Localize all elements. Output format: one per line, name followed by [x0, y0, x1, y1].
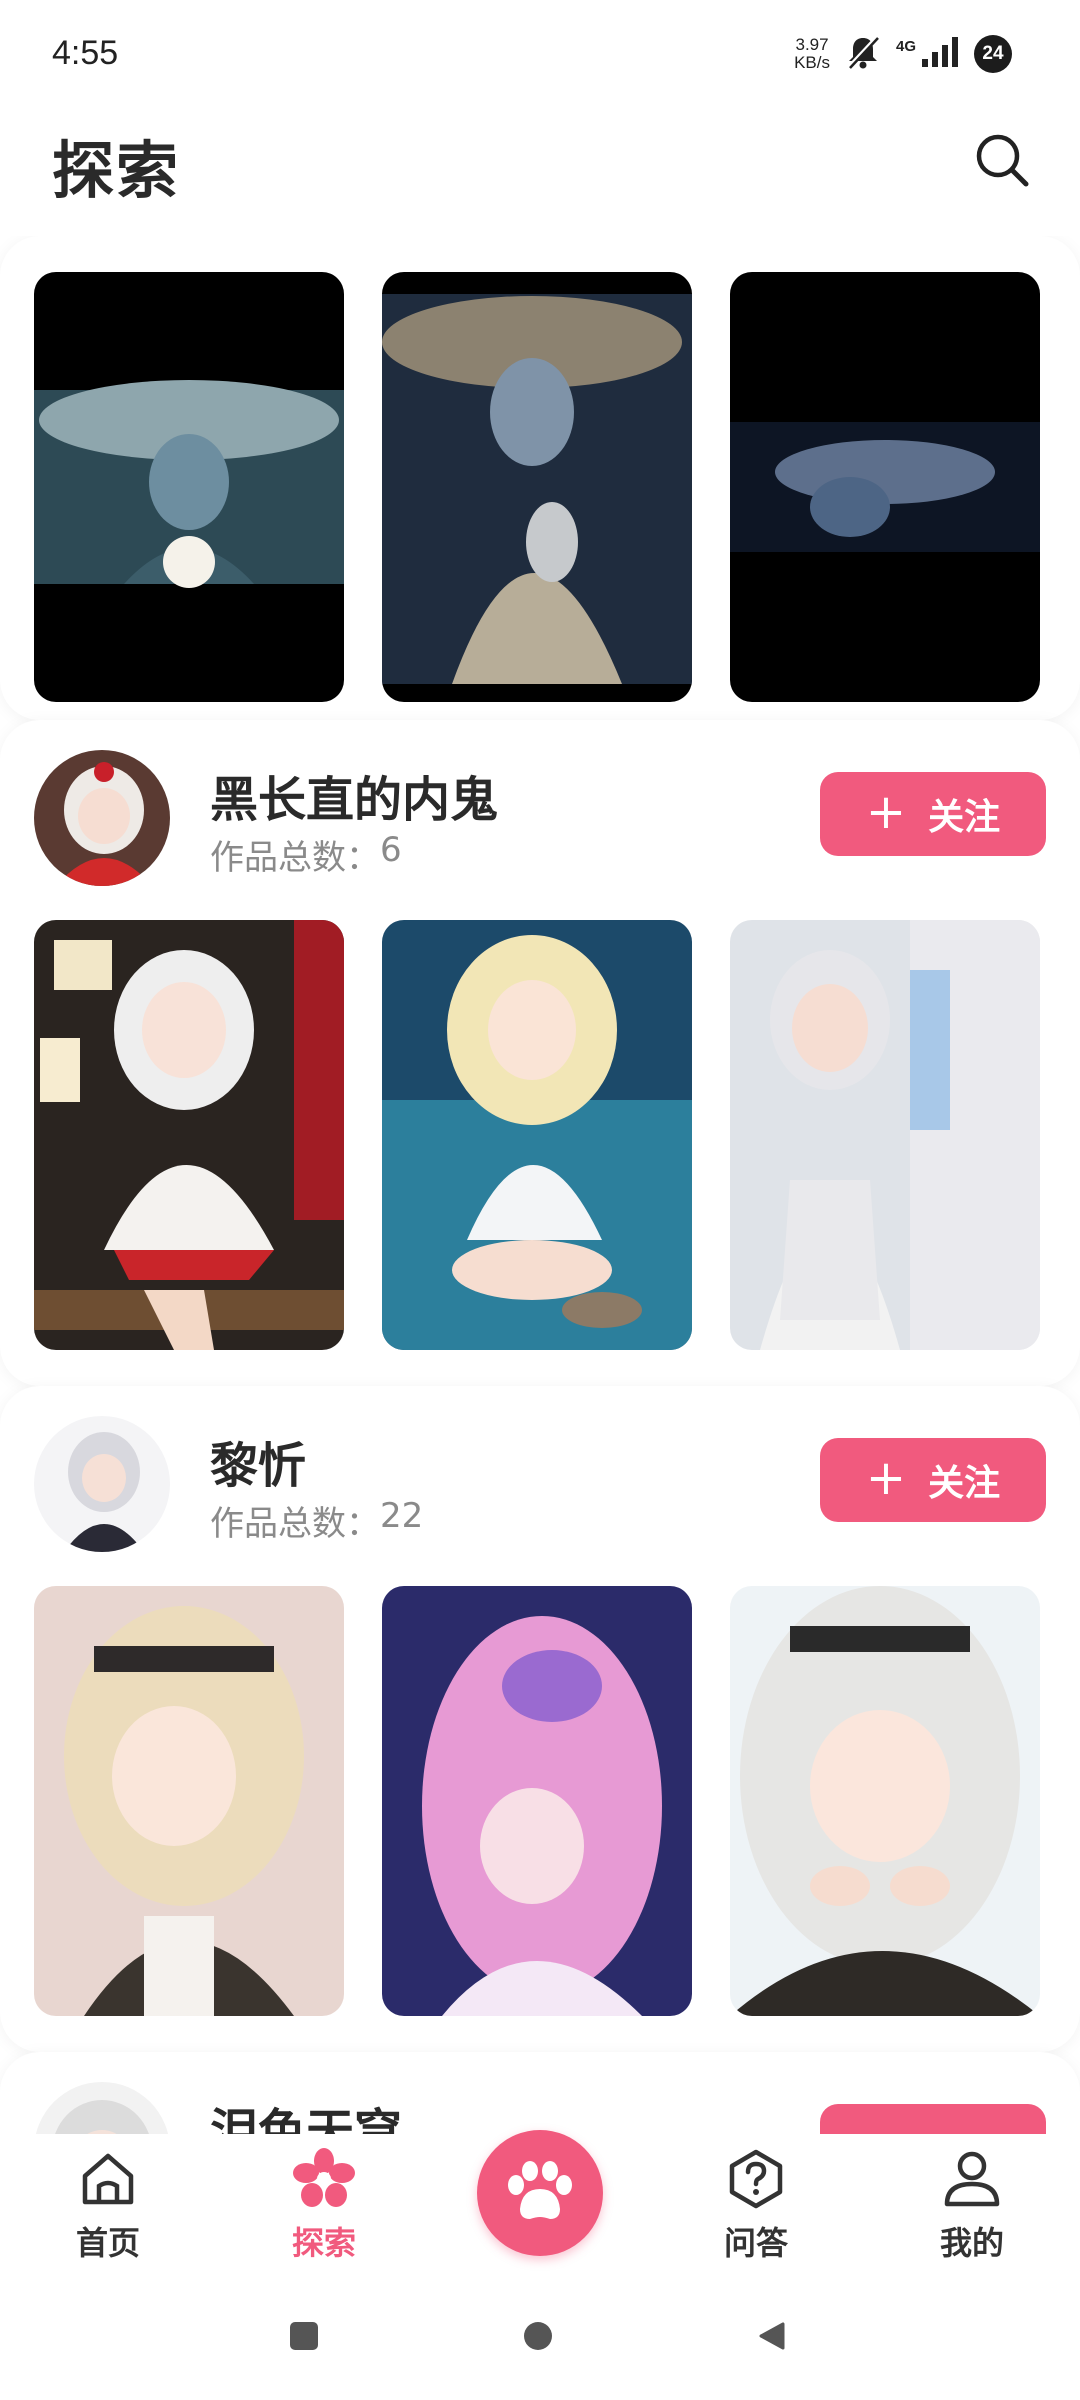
- author-name[interactable]: 黎忻: [210, 1426, 306, 1496]
- author-name[interactable]: 黑长直的内鬼: [210, 760, 498, 830]
- avatar[interactable]: [34, 2082, 170, 2134]
- featured-thumbnails: [0, 236, 1080, 702]
- system-navigation: [0, 2274, 1080, 2400]
- author-artworks: [0, 920, 1080, 1350]
- avatar[interactable]: [34, 750, 170, 886]
- artwork-thumbnail[interactable]: [382, 1586, 692, 2016]
- featured-artwork-1[interactable]: [34, 272, 344, 702]
- plus-icon: +: [865, 1450, 907, 1506]
- artwork-thumbnail[interactable]: [730, 1586, 1040, 2016]
- plus-icon: +: [865, 784, 907, 840]
- author-card-2: 黎忻 作品总数： 22 + 关注: [0, 1386, 1080, 2052]
- question-icon: [721, 2144, 791, 2214]
- bottom-navigation: 首页 探索 问答 我的: [0, 2130, 1080, 2274]
- avatar[interactable]: [34, 1416, 170, 1552]
- follow-button[interactable]: [820, 2104, 1046, 2134]
- artwork-thumbnail[interactable]: [34, 920, 344, 1350]
- nav-explore[interactable]: 探索: [254, 2144, 394, 2274]
- author-card-3: 泪色天穹: [0, 2052, 1080, 2134]
- status-time: 4:55: [52, 34, 119, 72]
- page-header: 探索: [0, 110, 1080, 220]
- signal-icon: [920, 35, 960, 73]
- circle-icon: [522, 2320, 554, 2356]
- network-speed-unit: KB/s: [794, 53, 830, 72]
- square-icon: [289, 2321, 319, 2355]
- center-paw-button[interactable]: [477, 2130, 603, 2256]
- network-speed: 3.97 KB/s: [794, 36, 830, 72]
- nav-profile[interactable]: 我的: [902, 2144, 1042, 2274]
- works-count-value: 22: [380, 1496, 424, 1536]
- works-count-label: 作品总数：: [210, 838, 380, 878]
- featured-artwork-3[interactable]: [730, 272, 1040, 702]
- follow-button[interactable]: + 关注: [820, 1438, 1046, 1522]
- nav-label: 探索: [291, 2224, 356, 2262]
- explore-flower-icon: [289, 2144, 359, 2214]
- home-button[interactable]: [518, 2318, 558, 2358]
- status-bar: 4:55 3.97 KB/s 4G 24: [0, 0, 1080, 100]
- works-count: 作品总数： 6: [210, 830, 402, 879]
- paw-icon: [498, 2149, 582, 2237]
- follow-label: 关注: [928, 1463, 1001, 1504]
- author-row: 黑长直的内鬼 作品总数： 6 + 关注: [0, 720, 1080, 920]
- featured-artwork-2[interactable]: [382, 272, 692, 702]
- explore-feed[interactable]: 黑长直的内鬼 作品总数： 6 + 关注 黎忻 作品总数： 22 + 关注 泪色天…: [0, 236, 1080, 2134]
- nav-label: 首页: [75, 2224, 140, 2262]
- nav-label: 问答: [723, 2224, 788, 2262]
- nav-qa[interactable]: 问答: [686, 2144, 826, 2274]
- works-count: 作品总数： 22: [210, 1496, 423, 1545]
- battery-indicator: 24: [974, 35, 1012, 73]
- bell-muted-icon: [844, 33, 882, 75]
- works-count-label: 作品总数：: [210, 1504, 380, 1544]
- status-icons: 3.97 KB/s 4G 24: [794, 32, 1012, 76]
- network-speed-value: 3.97: [795, 35, 829, 54]
- featured-card: [0, 236, 1080, 720]
- search-icon: [972, 130, 1032, 194]
- profile-icon: [937, 2144, 1007, 2214]
- works-count-value: 6: [380, 830, 402, 870]
- author-row: 黎忻 作品总数： 22 + 关注: [0, 1386, 1080, 1586]
- nav-label: 我的: [939, 2224, 1004, 2262]
- artwork-thumbnail[interactable]: [730, 920, 1040, 1350]
- search-button[interactable]: [962, 122, 1042, 202]
- home-icon: [73, 2144, 143, 2214]
- back-triangle-icon: [757, 2321, 787, 2355]
- follow-label: 关注: [928, 797, 1001, 838]
- nav-home[interactable]: 首页: [38, 2144, 178, 2274]
- network-type: 4G: [895, 37, 916, 55]
- page-title: 探索: [52, 134, 181, 207]
- screen: 4:55 3.97 KB/s 4G 24 探索 黑长直的内鬼 作品总数： 6 +…: [0, 0, 1080, 2400]
- author-row: 泪色天穹: [0, 2052, 1080, 2134]
- author-name[interactable]: 泪色天穹: [210, 2092, 402, 2134]
- author-card-1: 黑长直的内鬼 作品总数： 6 + 关注: [0, 720, 1080, 1386]
- recents-button[interactable]: [284, 2318, 324, 2358]
- back-button[interactable]: [752, 2318, 792, 2358]
- artwork-thumbnail[interactable]: [382, 920, 692, 1350]
- follow-button[interactable]: + 关注: [820, 772, 1046, 856]
- author-artworks: [0, 1586, 1080, 2016]
- artwork-thumbnail[interactable]: [34, 1586, 344, 2016]
